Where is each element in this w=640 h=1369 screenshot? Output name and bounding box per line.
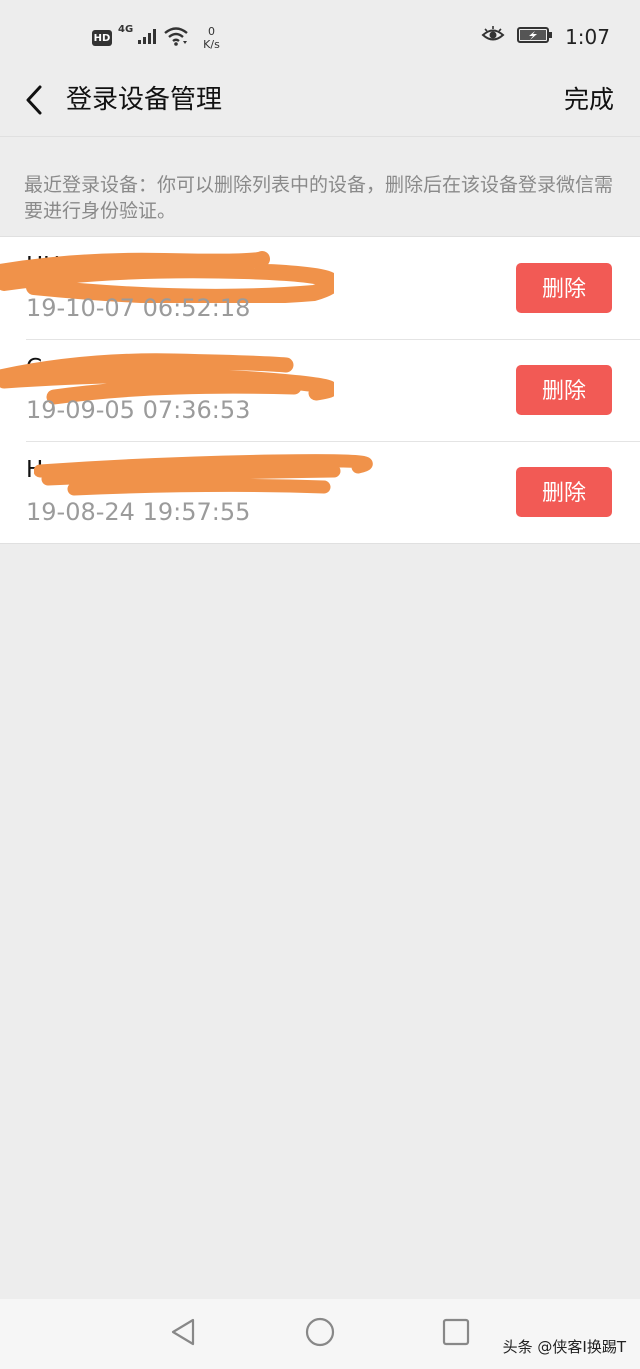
device-notice: 最近登录设备：你可以删除列表中的设备，删除后在该设备登录微信需要进行身份验证。	[24, 174, 614, 222]
device-name: HUAWEI 00	[26, 253, 156, 279]
device-row: C 19-09-05 07:36:53 删除	[0, 339, 640, 441]
hd-icon: HD	[92, 30, 112, 46]
chevron-left-icon	[24, 84, 44, 120]
signal-icon	[137, 27, 157, 49]
system-recents-button[interactable]	[439, 1317, 473, 1351]
network-type-label: 4G	[118, 24, 134, 35]
device-login-time: 19-09-05 07:36:53	[26, 396, 251, 424]
watermark-text: 头条 @侠客I换踢T	[502, 1338, 626, 1356]
back-button[interactable]	[16, 82, 52, 122]
device-row: HUAWEI 00 19-10-07 06:52:18 删除	[0, 237, 640, 339]
page-title: 登录设备管理	[66, 85, 223, 115]
status-bar: HD 4G 0 K/s 1:07	[0, 0, 640, 70]
speed-unit: K/s	[203, 38, 220, 51]
delete-device-button[interactable]: 删除	[516, 263, 612, 313]
system-back-button[interactable]	[166, 1317, 200, 1351]
device-list: HUAWEI 00 19-10-07 06:52:18 删除 C 19-09-0…	[0, 236, 640, 544]
battery-charging-icon	[517, 26, 553, 48]
device-row: Ho 19-08-24 19:57:55 删除	[0, 441, 640, 543]
device-name: C	[26, 355, 43, 381]
delete-device-button[interactable]: 删除	[516, 467, 612, 517]
system-nav-bar: 头条 @侠客I换踢T	[0, 1299, 640, 1369]
device-login-time: 19-10-07 06:52:18	[26, 294, 251, 322]
delete-device-button[interactable]: 删除	[516, 365, 612, 415]
device-login-time: 19-08-24 19:57:55	[26, 498, 251, 526]
nav-bar: 登录设备管理 完成	[0, 70, 640, 137]
home-circle-icon	[304, 1316, 336, 1352]
speed-value: 0	[208, 25, 215, 38]
wifi-icon	[163, 26, 189, 50]
status-left-group: HD 4G 0 K/s	[92, 20, 220, 56]
device-name: Ho	[26, 457, 58, 483]
clock: 1:07	[565, 25, 610, 49]
status-right-group: 1:07	[481, 22, 610, 52]
done-button[interactable]: 完成	[564, 84, 614, 116]
back-triangle-icon	[169, 1317, 197, 1351]
system-home-button[interactable]	[303, 1317, 337, 1351]
recents-square-icon	[441, 1317, 471, 1351]
eye-comfort-icon	[481, 26, 505, 48]
network-speed: 0 K/s	[203, 25, 220, 51]
